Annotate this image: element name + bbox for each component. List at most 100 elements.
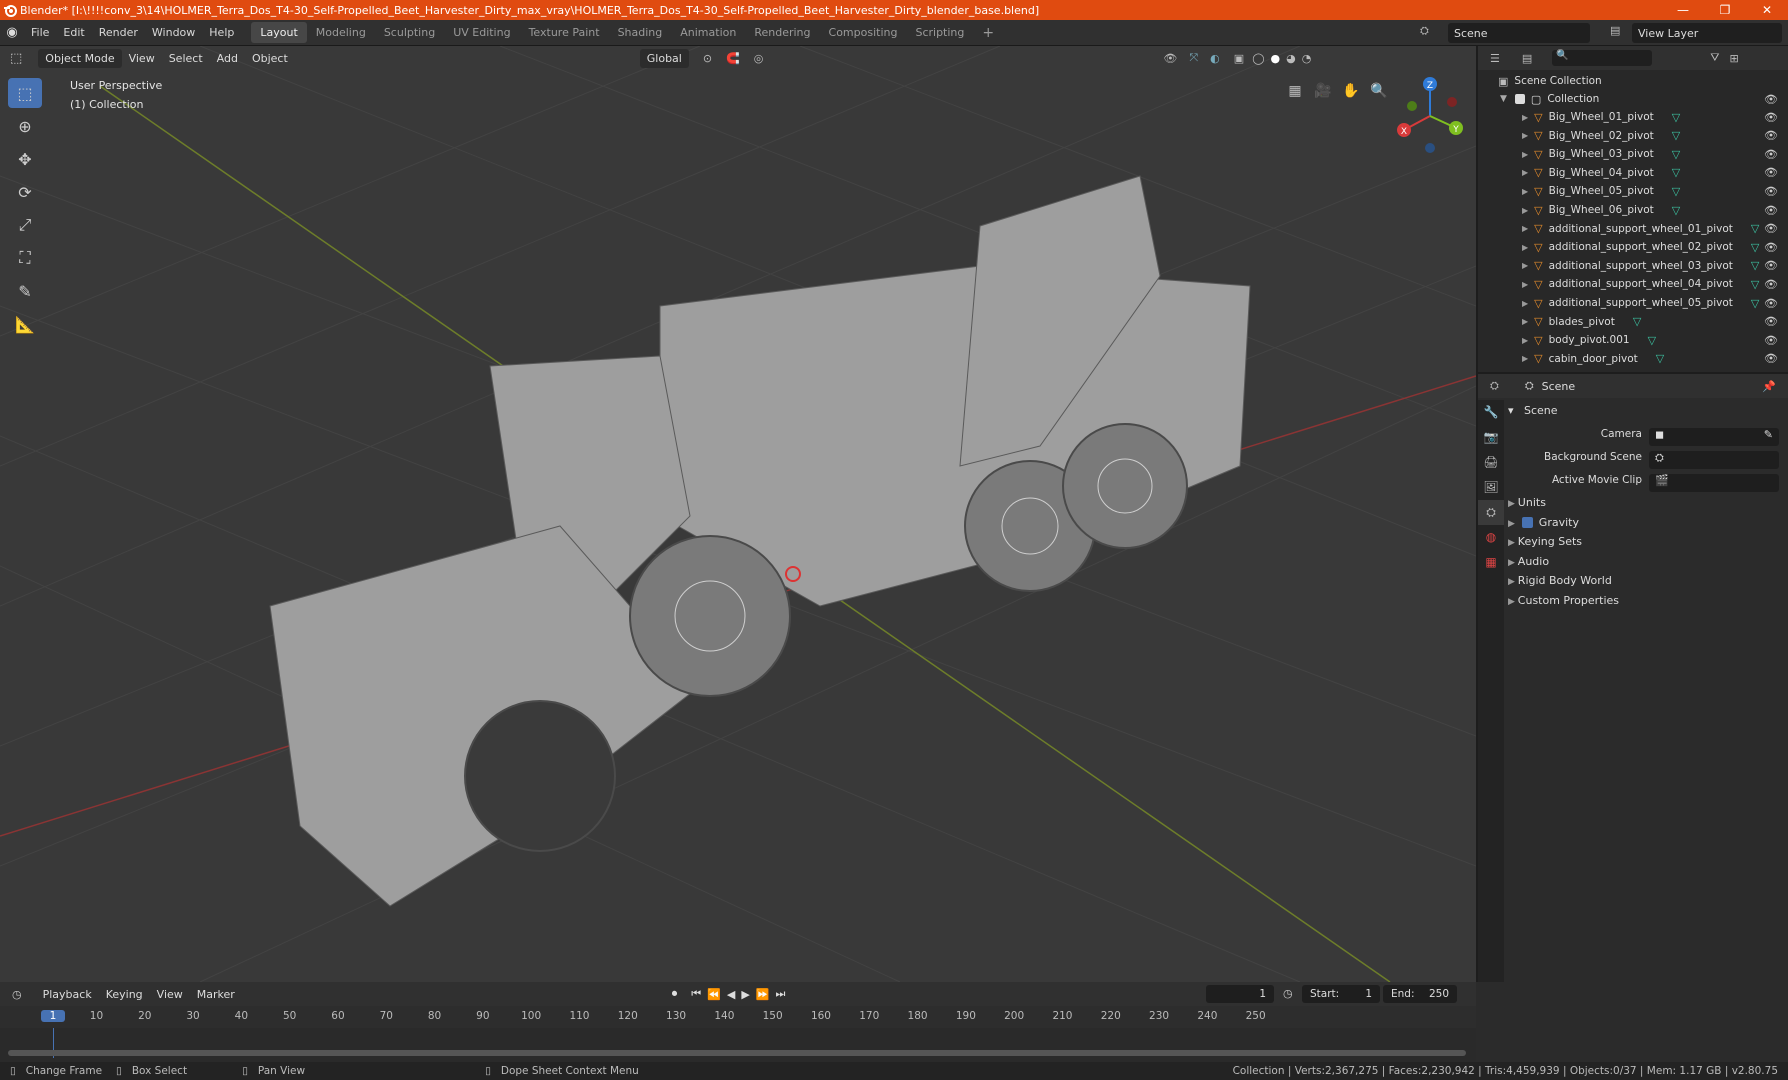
frame-ruler[interactable]: 1 10 20 30 40 50 60 70 80 90 100 110 120 130 140 150 160… [0, 1006, 1476, 1028]
panel-units[interactable]: ▶ Units [1508, 496, 1546, 509]
start-frame-field[interactable]: Start: 1 [1302, 985, 1380, 1003]
add-workspace-icon[interactable]: + [973, 21, 1003, 45]
object-mode-dropdown[interactable]: Object Mode [38, 48, 122, 68]
menu-edit[interactable]: Edit [56, 26, 91, 39]
prev-key-icon[interactable]: ⏪ [707, 988, 721, 1001]
scene-section-arrow-icon[interactable]: ▾ [1508, 404, 1514, 417]
maximize-button[interactable]: ❐ [1704, 0, 1746, 20]
display-mode-icon[interactable]: ▤ [1522, 52, 1532, 65]
eye-icon[interactable]: 👁 [1764, 259, 1778, 272]
outliner-item[interactable]: ▶ ▽ Big_Wheel_01_pivot ▽ 👁 [1478, 108, 1788, 126]
outliner-item[interactable]: ▶ ▽ blades_pivot ▽ 👁 [1478, 313, 1788, 331]
eye-icon[interactable]: 👁 [1764, 204, 1778, 217]
outliner-item[interactable]: ▶ ▽ additional_support_wheel_04_pivot ▽ 👁 [1478, 275, 1788, 293]
tab-animation[interactable]: Animation [671, 22, 745, 43]
outliner-item[interactable]: ▶ ▽ body_pivot.001 ▽ 👁 [1478, 331, 1788, 349]
wireframe-shading-icon[interactable]: ◯ [1252, 52, 1264, 65]
panel-rigid-body-world[interactable]: ▶ Rigid Body World [1508, 574, 1612, 587]
clock-icon[interactable]: ◷ [1283, 987, 1293, 1000]
close-button[interactable]: ✕ [1746, 0, 1788, 20]
cursor-tool-icon[interactable]: ⊕ [8, 111, 42, 141]
tab-rendering[interactable]: Rendering [745, 22, 819, 43]
expand-arrow-icon[interactable]: ▶ [1522, 131, 1528, 140]
tab-uv-editing[interactable]: UV Editing [444, 22, 519, 43]
panel-custom-properties[interactable]: ▶ Custom Properties [1508, 594, 1619, 607]
menu-help[interactable]: Help [202, 26, 241, 39]
play-reverse-icon[interactable]: ◀ [727, 988, 735, 1001]
minimize-button[interactable]: — [1662, 0, 1704, 20]
scene-tab-icon[interactable]: ⛭ [1478, 500, 1504, 525]
marker-menu[interactable]: Marker [190, 988, 242, 1001]
eye-icon[interactable]: 👁 [1764, 166, 1778, 179]
expand-arrow-icon[interactable]: ▶ [1522, 150, 1528, 159]
outliner-item[interactable]: ▶ ▽ Big_Wheel_04_pivot ▽ 👁 [1478, 164, 1788, 182]
eye-icon[interactable]: 👁 [1764, 222, 1778, 235]
pan-hand-icon[interactable]: ✋ [1338, 78, 1364, 104]
outliner-item[interactable]: ▶ ▽ additional_support_wheel_02_pivot ▽ 👁 [1478, 238, 1788, 256]
eye-icon[interactable]: 👁 [1764, 93, 1778, 106]
gizmo-toggle-icon[interactable]: ⤧ [1189, 51, 1198, 65]
scene-type-icon[interactable]: ⛭ [1420, 24, 1429, 38]
xray-icon[interactable]: ▣ [1234, 52, 1244, 65]
expand-arrow-icon[interactable]: ▶ [1522, 224, 1528, 233]
scale-tool-icon[interactable]: ⤢ [8, 210, 42, 240]
timeline-view-menu[interactable]: View [150, 988, 190, 1001]
viewport-menu-view[interactable]: View [122, 52, 162, 65]
snap-icon[interactable]: 🧲 [726, 52, 740, 65]
move-tool-icon[interactable]: ✥ [8, 144, 42, 174]
outliner-search-input[interactable]: 🔍 [1552, 50, 1653, 66]
output-tab-icon[interactable]: 🖨 [1478, 450, 1504, 475]
solid-shading-icon[interactable]: ● [1271, 52, 1281, 65]
collection-row[interactable]: ▼ ▢ Collection 👁 [1478, 90, 1788, 108]
tab-shading[interactable]: Shading [609, 22, 672, 43]
overlay-toggle-icon[interactable]: ◐ [1210, 52, 1220, 65]
outliner-item[interactable]: ▶ ▽ additional_support_wheel_05_pivot ▽ 👁 [1478, 294, 1788, 312]
properties-editor-icon[interactable]: ⛭ [1490, 379, 1499, 393]
grid-view-icon[interactable]: ▦ [1282, 78, 1308, 104]
axis-gizmo[interactable]: Z X Y [1390, 76, 1470, 156]
outliner-item[interactable]: ▶ ▽ Big_Wheel_03_pivot ▽ 👁 [1478, 145, 1788, 163]
eye-icon[interactable]: 👁 [1764, 334, 1778, 347]
eye-icon[interactable]: 👁 [1764, 278, 1778, 291]
viewport-menu-object[interactable]: Object [245, 52, 295, 65]
jump-end-icon[interactable]: ⏭ [776, 987, 786, 1001]
eye-icon[interactable]: 👁 [1764, 129, 1778, 142]
expand-arrow-icon[interactable]: ▶ [1522, 317, 1528, 326]
editor-type-icon[interactable]: ⬚ [10, 51, 22, 66]
filter-icon[interactable]: ⛛ [1710, 51, 1719, 65]
scene-collection-row[interactable]: ▣ Scene Collection [1478, 72, 1788, 90]
pin-icon[interactable]: 📌 [1762, 380, 1776, 393]
outliner-item[interactable]: ▶ ▽ additional_support_wheel_03_pivot ▽ 👁 [1478, 257, 1788, 275]
current-frame-field[interactable]: 1 [1206, 985, 1274, 1003]
3d-viewport[interactable]: ⬚ Object Mode View Select Add Object Glo… [0, 46, 1476, 982]
jump-start-icon[interactable]: ⏮ [691, 987, 701, 1001]
new-collection-icon[interactable]: ⊞ [1730, 52, 1739, 65]
eye-icon[interactable]: 👁 [1764, 185, 1778, 198]
tab-modeling[interactable]: Modeling [307, 22, 375, 43]
expand-arrow-icon[interactable]: ▶ [1522, 187, 1528, 196]
end-frame-field[interactable]: End: 250 [1383, 985, 1457, 1003]
play-icon[interactable]: ▶ [741, 988, 749, 1001]
view-layer-selector[interactable]: View Layer [1632, 23, 1782, 43]
eye-icon[interactable]: 👁 [1764, 241, 1778, 254]
material-shading-icon[interactable]: ◕ [1286, 52, 1296, 65]
expand-arrow-icon[interactable]: ▶ [1522, 243, 1528, 252]
camera-view-icon[interactable]: 🎥 [1310, 78, 1336, 104]
menu-window[interactable]: Window [145, 26, 202, 39]
panel-audio[interactable]: ▶ Audio [1508, 555, 1549, 568]
next-key-icon[interactable]: ⏩ [756, 988, 770, 1001]
eye-icon[interactable]: 👁 [1764, 352, 1778, 365]
collection-checkbox[interactable] [1514, 94, 1525, 104]
scene-selector[interactable]: Scene [1448, 23, 1590, 43]
zoom-icon[interactable]: 🔍 [1366, 78, 1392, 104]
expand-arrow-icon[interactable]: ▶ [1522, 261, 1528, 270]
expand-arrow-icon[interactable]: ▶ [1522, 280, 1528, 289]
outliner-item[interactable]: ▶ ▽ Big_Wheel_02_pivot ▽ 👁 [1478, 127, 1788, 145]
menu-render[interactable]: Render [92, 26, 145, 39]
render-tab-icon[interactable]: 📷 [1478, 425, 1504, 450]
camera-field[interactable]: ◼ ✎ [1649, 428, 1779, 446]
expand-arrow-icon[interactable]: ▼ [1500, 94, 1507, 104]
tab-sculpting[interactable]: Sculpting [375, 22, 444, 43]
eye-icon[interactable]: 👁 [1764, 297, 1778, 310]
timeline-scrollbar[interactable] [8, 1050, 1466, 1056]
